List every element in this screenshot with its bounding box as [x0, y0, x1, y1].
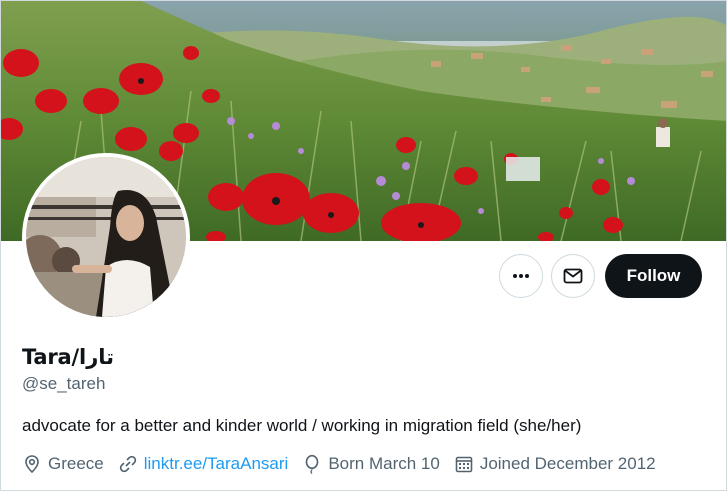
- meta-birthday: Born March 10: [302, 454, 440, 474]
- profile-card: Follow Tara/تارا @se_tareh advocate for …: [0, 0, 727, 491]
- profile-bio: advocate for a better and kinder world /…: [22, 416, 582, 435]
- location-text: Greece: [48, 454, 104, 473]
- message-button[interactable]: [551, 254, 595, 298]
- birthday-text: Born March 10: [328, 454, 440, 473]
- location-pin-icon: [25, 455, 39, 474]
- meta-location: Greece: [22, 454, 104, 474]
- link-icon: [119, 455, 136, 473]
- more-button[interactable]: [499, 254, 543, 298]
- more-horizontal-icon: [513, 274, 529, 278]
- joined-text: Joined December 2012: [479, 454, 656, 473]
- balloon-icon: [306, 454, 319, 474]
- calendar-icon: [455, 456, 473, 473]
- website-link[interactable]: linktr.ee/TaraAnsari: [144, 454, 289, 474]
- envelope-icon: [563, 268, 583, 284]
- profile-meta: Greece linktr.ee/TaraAnsari Born March 1…: [22, 452, 670, 476]
- follow-button[interactable]: Follow: [605, 254, 702, 298]
- meta-joined: Joined December 2012: [454, 454, 656, 474]
- meta-website: linktr.ee/TaraAnsari: [118, 454, 289, 474]
- user-handle: @se_tareh: [22, 374, 106, 393]
- profile-avatar[interactable]: [22, 153, 190, 321]
- display-name: Tara/تارا: [22, 345, 115, 369]
